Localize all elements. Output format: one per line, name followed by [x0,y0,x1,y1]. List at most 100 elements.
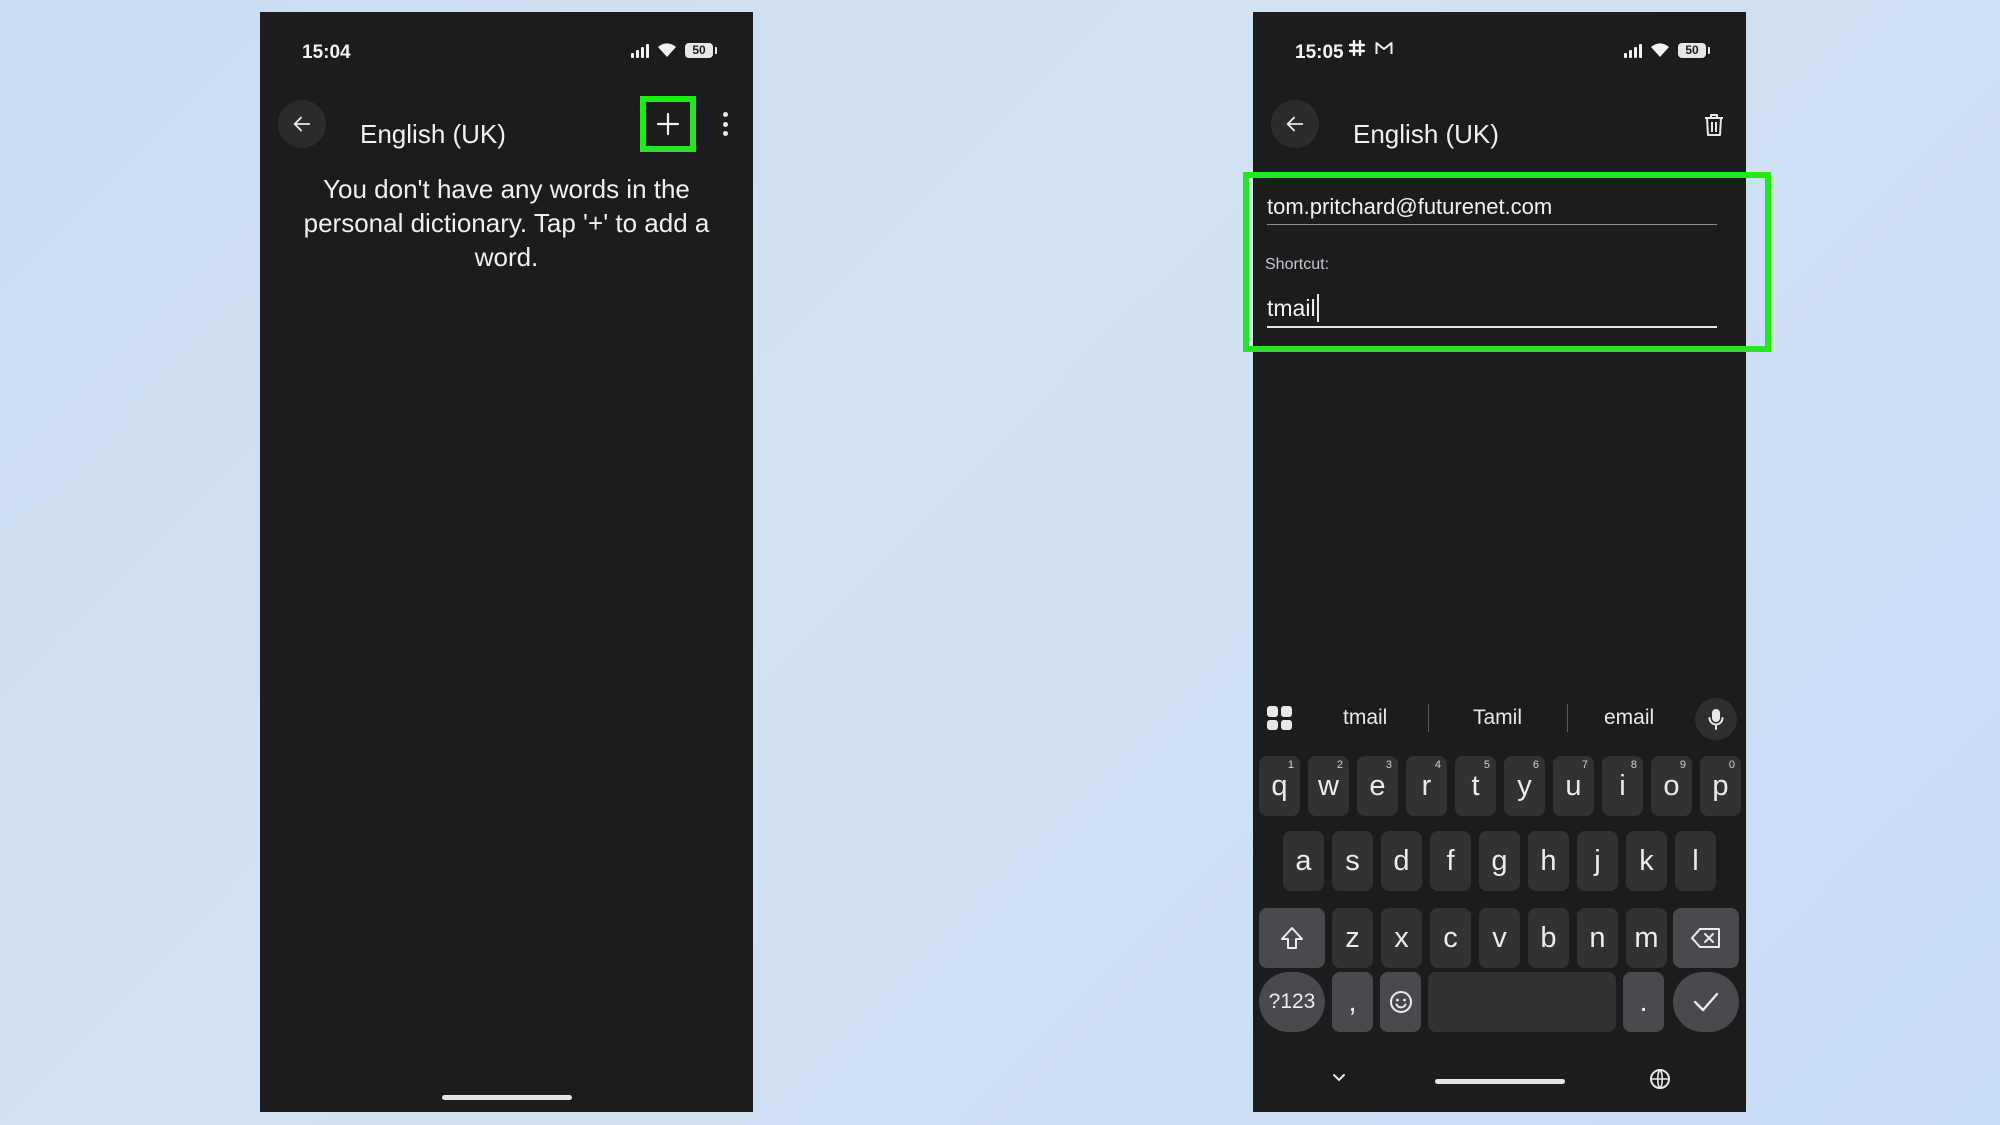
home-indicator[interactable] [1435,1079,1565,1084]
key-number-hint: 9 [1679,759,1686,771]
key-number-hint: 5 [1483,759,1490,771]
back-button[interactable] [278,100,326,148]
key-number-hint: 1 [1287,759,1294,771]
phone-screen-add-word: 15:05 50 English (UK) tom.pritchard@futu… [1253,12,1746,1112]
more-options-icon[interactable] [720,112,730,136]
key-number-hint: 7 [1581,759,1588,771]
globe-icon[interactable] [1649,1068,1671,1090]
key-label: e [1369,769,1386,802]
key-label: b [1540,921,1557,954]
key-s[interactable]: s [1332,831,1373,891]
shift-key[interactable] [1259,908,1325,968]
key-w[interactable]: w2 [1308,756,1349,816]
key-label: v [1492,921,1507,954]
key-label: a [1295,844,1312,877]
key-label: o [1663,769,1680,802]
key-number-hint: 0 [1728,759,1735,771]
key-o[interactable]: o9 [1651,756,1692,816]
status-time: 15:05 [1295,42,1344,63]
symbols-key[interactable]: ?123 [1259,972,1325,1032]
keyboard-suggestion-bar: tmail Tamil email [1253,692,1746,742]
key-label: u [1565,769,1582,802]
suggestion-3[interactable]: email [1604,706,1654,730]
key-q[interactable]: q1 [1259,756,1300,816]
period-key[interactable]: . [1623,972,1664,1032]
signal-icon [631,43,649,58]
check-icon [1693,992,1719,1012]
suggestion-2[interactable]: Tamil [1473,706,1522,730]
key-l[interactable]: l [1675,831,1716,891]
key-label: y [1517,769,1532,802]
word-input[interactable]: tom.pritchard@futurenet.com [1267,190,1717,225]
key-d[interactable]: d [1381,831,1422,891]
notification-icons [1349,40,1393,56]
key-r[interactable]: r4 [1406,756,1447,816]
key-v[interactable]: v [1479,908,1520,968]
key-p[interactable]: p0 [1700,756,1741,816]
page-title: English (UK) [1353,119,1499,149]
apps-grid-icon[interactable] [1267,706,1292,730]
suggestion-1[interactable]: tmail [1343,706,1387,730]
gmail-icon [1375,42,1393,54]
key-u[interactable]: u7 [1553,756,1594,816]
chevron-down-icon[interactable] [1331,1072,1347,1084]
shortcut-label: Shortcut: [1265,256,1330,273]
key-n[interactable]: n [1577,908,1618,968]
space-key[interactable] [1428,972,1616,1032]
key-t[interactable]: t5 [1455,756,1496,816]
shortcut-input[interactable]: tmail [1267,290,1717,328]
key-k[interactable]: k [1626,831,1667,891]
key-i[interactable]: i8 [1602,756,1643,816]
key-f[interactable]: f [1430,831,1471,891]
key-label: t [1471,769,1480,802]
suggestion-divider [1567,704,1568,732]
key-c[interactable]: c [1430,908,1471,968]
key-label: f [1446,844,1455,877]
key-number-hint: 2 [1336,759,1343,771]
back-button[interactable] [1271,100,1319,148]
key-label: k [1639,844,1654,877]
status-time: 15:04 [302,42,351,63]
slack-icon [1349,40,1365,56]
key-number-hint: 6 [1532,759,1539,771]
key-label: h [1540,844,1557,877]
key-z[interactable]: z [1332,908,1373,968]
microphone-icon [1708,709,1724,730]
trash-icon [1705,114,1723,136]
emoji-icon [1389,991,1412,1013]
done-key[interactable] [1673,972,1739,1032]
key-b[interactable]: b [1528,908,1569,968]
key-x[interactable]: x [1381,908,1422,968]
page-title: English (UK) [360,119,506,149]
key-label: g [1491,844,1508,877]
key-h[interactable]: h [1528,831,1569,891]
key-a[interactable]: a [1283,831,1324,891]
delete-button[interactable] [1703,113,1725,142]
keyboard-nav-row [1253,1064,1746,1094]
voice-input-button[interactable] [1695,698,1737,740]
text-cursor [1316,294,1319,322]
comma-key[interactable]: , [1332,972,1373,1032]
status-icons: 50 [1624,42,1710,58]
emoji-key[interactable] [1380,972,1421,1032]
key-g[interactable]: g [1479,831,1520,891]
key-j[interactable]: j [1577,831,1618,891]
empty-dictionary-message: You don't have any words in the personal… [303,174,710,272]
key-label: p [1712,769,1729,802]
key-e[interactable]: e3 [1357,756,1398,816]
phone-screen-dictionary-empty: 15:04 50 English (UK) You don't have any… [260,12,753,1112]
suggestion-divider [1428,704,1429,732]
key-label: j [1594,844,1601,877]
add-word-button[interactable] [640,96,696,152]
signal-icon [1624,43,1642,58]
backspace-icon [1691,928,1720,948]
key-label: i [1619,769,1626,802]
status-icons: 50 [631,42,717,58]
shift-icon [1281,927,1303,949]
key-number-hint: 3 [1385,759,1392,771]
backspace-key[interactable] [1673,908,1739,968]
key-m[interactable]: m [1626,908,1667,968]
key-label: c [1443,921,1458,954]
home-indicator[interactable] [442,1095,572,1100]
key-y[interactable]: y6 [1504,756,1545,816]
